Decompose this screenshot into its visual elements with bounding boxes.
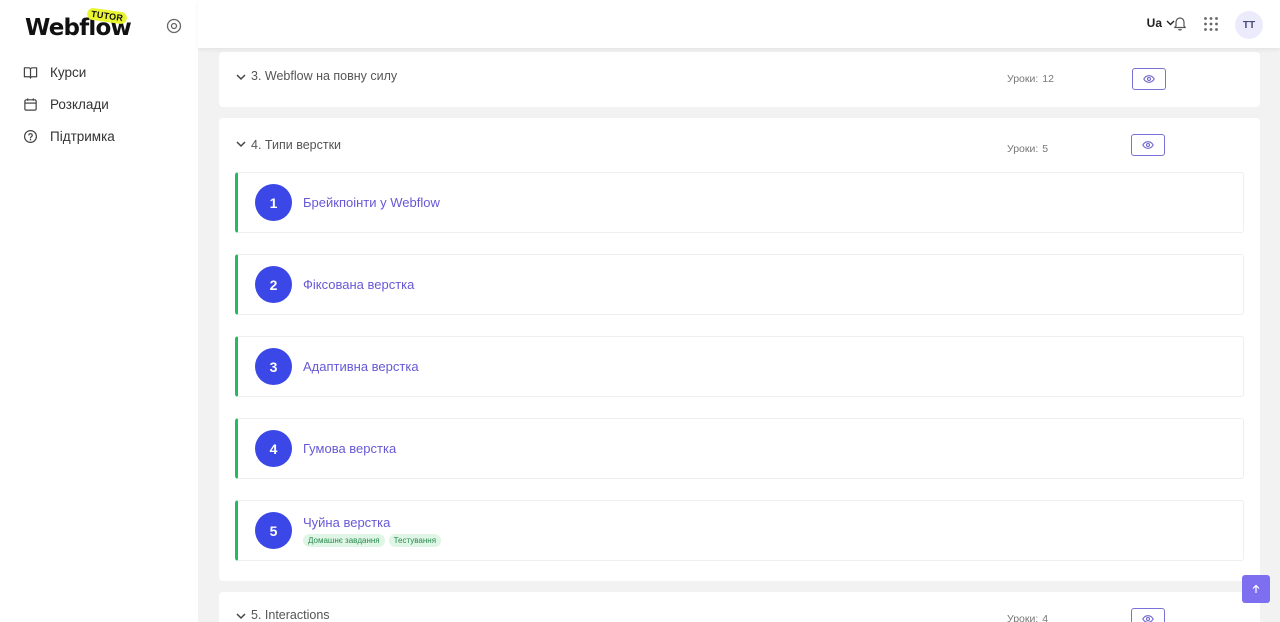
apps-grid-icon[interactable] bbox=[1203, 16, 1219, 32]
eye-icon bbox=[1142, 141, 1154, 149]
lesson-title[interactable]: Чуйна верстка bbox=[303, 515, 390, 530]
language-selector[interactable]: Ua bbox=[1147, 16, 1175, 30]
lessons-count: Уроки: 5 bbox=[1007, 143, 1048, 155]
sidebar-nav: Курси Розклади Підтримка bbox=[0, 56, 198, 152]
section-header[interactable]: 5. Interactions Уроки: 4 bbox=[219, 592, 1260, 622]
language-label: Ua bbox=[1146, 16, 1162, 30]
section-header[interactable]: 3. Webflow на повну силу Уроки: 12 bbox=[219, 52, 1260, 100]
testing-tag: Тестування bbox=[388, 534, 442, 547]
eye-icon bbox=[1143, 75, 1155, 83]
lessons-count-value: 12 bbox=[1042, 73, 1054, 85]
chevron-down-icon[interactable] bbox=[236, 612, 246, 620]
lessons-label: Уроки: bbox=[1007, 73, 1039, 85]
sidebar-item-support[interactable]: Підтримка bbox=[0, 120, 198, 152]
arrow-up-icon bbox=[1252, 584, 1260, 593]
lesson-title[interactable]: Адаптивна верстка bbox=[303, 359, 419, 374]
lesson-title[interactable]: Брейкпоінти у Webflow bbox=[303, 195, 440, 210]
lesson-title[interactable]: Гумова верстка bbox=[303, 441, 396, 456]
logo[interactable]: Webflow TUTOR bbox=[25, 7, 132, 42]
lesson-number: 5 bbox=[255, 512, 292, 549]
collapse-sidebar-icon[interactable] bbox=[166, 18, 182, 34]
preview-button[interactable] bbox=[1131, 608, 1165, 622]
preview-button[interactable] bbox=[1132, 68, 1166, 90]
homework-tag: Домашнє завдання bbox=[303, 534, 385, 547]
lesson-title[interactable]: Фіксована верстка bbox=[303, 277, 414, 292]
course-section: 4. Типи верстки Уроки: 5 1 Брейкпоінти у … bbox=[219, 118, 1260, 581]
lesson-number: 2 bbox=[255, 266, 292, 303]
lessons-count: Уроки: 4 bbox=[1007, 613, 1048, 622]
lessons-label: Уроки: bbox=[1007, 613, 1039, 622]
lessons-count: Уроки: 12 bbox=[1007, 73, 1054, 85]
main-content: 3. Webflow на повну силу Уроки: 12 4. Тип… bbox=[198, 48, 1280, 622]
sidebar-item-courses[interactable]: Курси bbox=[0, 56, 198, 88]
topbar: Ua TT bbox=[198, 0, 1280, 48]
course-section: 5. Interactions Уроки: 4 bbox=[219, 592, 1260, 622]
lesson-number: 3 bbox=[255, 348, 292, 385]
lessons-count-value: 4 bbox=[1042, 613, 1049, 622]
preview-button[interactable] bbox=[1131, 134, 1165, 156]
lesson-item[interactable]: 1 Брейкпоінти у Webflow bbox=[235, 172, 1244, 233]
sidebar-item-label: Розклади bbox=[50, 96, 109, 112]
calendar-icon bbox=[24, 97, 37, 111]
eye-icon bbox=[1142, 615, 1154, 622]
section-title[interactable]: 5. Interactions bbox=[251, 608, 330, 622]
section-header[interactable]: 4. Типи верстки Уроки: 5 bbox=[219, 118, 1260, 166]
sidebar: Webflow TUTOR Курси Розклади Підтримка bbox=[0, 0, 198, 622]
lesson-item[interactable]: 3 Адаптивна верстка bbox=[235, 336, 1244, 397]
lesson-tags: Домашнє завдання Тестування bbox=[303, 534, 445, 547]
scroll-to-top-button[interactable] bbox=[1242, 575, 1270, 603]
chevron-down-icon[interactable] bbox=[236, 140, 246, 148]
lesson-item[interactable]: 5 Чуйна верстка Домашнє завдання Тестува… bbox=[235, 500, 1244, 561]
bell-icon[interactable] bbox=[1172, 15, 1188, 31]
lesson-item[interactable]: 2 Фіксована верстка bbox=[235, 254, 1244, 315]
course-section: 3. Webflow на повну силу Уроки: 12 bbox=[219, 52, 1260, 107]
section-title[interactable]: 4. Типи верстки bbox=[251, 138, 341, 152]
chevron-down-icon[interactable] bbox=[236, 73, 246, 81]
lesson-number: 4 bbox=[255, 430, 292, 467]
lessons-count-value: 5 bbox=[1042, 143, 1049, 155]
help-circle-icon bbox=[23, 129, 38, 143]
sidebar-item-label: Курси bbox=[50, 64, 87, 80]
section-title[interactable]: 3. Webflow на повну силу bbox=[251, 69, 397, 83]
lesson-number: 1 bbox=[255, 184, 292, 221]
avatar[interactable]: TT bbox=[1235, 11, 1263, 39]
sidebar-item-label: Підтримка bbox=[50, 128, 115, 144]
sidebar-item-schedule[interactable]: Розклади bbox=[0, 88, 198, 120]
book-icon bbox=[23, 66, 38, 79]
lessons-label: Уроки: bbox=[1007, 143, 1039, 155]
lesson-item[interactable]: 4 Гумова верстка bbox=[235, 418, 1244, 479]
